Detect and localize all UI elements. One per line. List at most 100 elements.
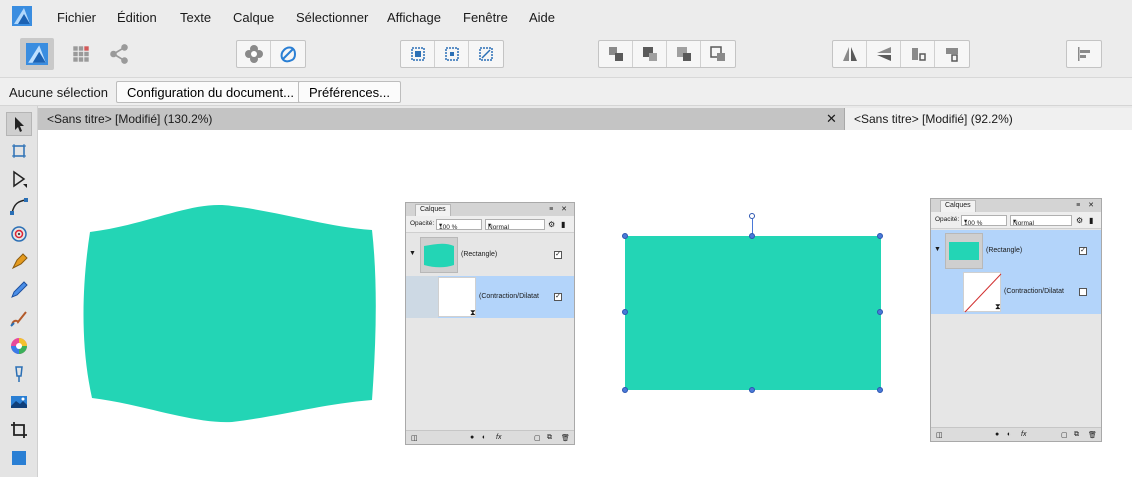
artboard-tool-icon[interactable] <box>6 139 32 163</box>
corner-tool-icon[interactable] <box>6 194 32 218</box>
selected-rectangle-shape[interactable] <box>625 236 881 390</box>
visibility-checkbox[interactable]: ✓ <box>554 251 562 259</box>
menu-aide[interactable]: Aide <box>529 10 555 25</box>
tab-document-2[interactable]: <Sans titre> [Modifié] (92.2%) <box>844 108 1132 130</box>
toolbar-group-geometry <box>236 40 306 68</box>
add-layer-icon[interactable]: ▢ <box>534 434 541 442</box>
vector-brush-icon[interactable] <box>6 306 32 330</box>
color-picker-icon[interactable] <box>6 334 32 358</box>
pencil-tool-icon[interactable] <box>6 278 32 302</box>
duplicate-icon[interactable]: ⧉ <box>1074 431 1079 439</box>
shape-builder-icon[interactable] <box>271 41 305 67</box>
rectangle-tool-icon[interactable] <box>6 446 32 470</box>
node-tool-icon[interactable] <box>6 167 32 191</box>
resize-handle-top[interactable] <box>749 233 755 239</box>
opacity-value: 100 % <box>964 220 983 227</box>
rotate-left-icon[interactable] <box>901 41 935 67</box>
panel-menu-close-icon[interactable]: ≡ ✕ <box>549 205 570 213</box>
target-icon[interactable] <box>6 222 32 246</box>
fx-button[interactable]: fx <box>1021 431 1026 438</box>
place-image-icon[interactable] <box>6 390 32 414</box>
canvas[interactable]: Calques ≡ ✕ Opacité: 100 % ▾ Normal ▾ ⚙ … <box>38 130 1132 477</box>
close-icon[interactable]: ✕ <box>826 111 837 127</box>
resize-handle-bottom-left[interactable] <box>622 387 628 393</box>
tab-document-1[interactable]: <Sans titre> [Modifié] (130.2%) <box>38 108 844 130</box>
menu-calque[interactable]: Calque <box>233 10 274 25</box>
preferences-button[interactable]: Préférences... <box>298 81 401 103</box>
hourglass-icon: ⧗ <box>470 308 476 317</box>
panel-menu-close-icon[interactable]: ≡ ✕ <box>1076 201 1097 209</box>
menu-texte[interactable]: Texte <box>180 10 211 25</box>
blend-mode-select[interactable]: Normal ▾ <box>1010 215 1072 227</box>
align-icon[interactable] <box>1067 41 1101 67</box>
menu-edition[interactable]: Édition <box>117 10 157 25</box>
mask-icon[interactable]: ● <box>470 434 474 441</box>
crop-tool-icon[interactable] <box>6 418 32 442</box>
fx-button[interactable]: fx <box>496 434 501 441</box>
resize-handle-top-right[interactable] <box>877 233 883 239</box>
gear-icon[interactable]: ⚙ <box>1076 216 1083 225</box>
trash-icon[interactable]: 🗑 <box>1088 431 1097 439</box>
bring-to-front-icon[interactable] <box>599 41 633 67</box>
lock-icon[interactable]: ▮ <box>561 220 565 229</box>
trash-icon[interactable]: 🗑 <box>561 434 570 442</box>
menu-selectionner[interactable]: Sélectionner <box>296 10 368 25</box>
layers-stack-icon[interactable]: ◫ <box>411 434 418 442</box>
layer-row-contraction[interactable]: ⧗ (Contraction/Dilatat ✓ <box>406 276 574 318</box>
resize-handle-right[interactable] <box>877 309 883 315</box>
resize-handle-bottom[interactable] <box>749 387 755 393</box>
designer-persona-icon[interactable] <box>20 38 54 70</box>
menu-bar: Fichier Édition Texte Calque Sélectionne… <box>0 0 1132 36</box>
layer-row-rectangle-selected[interactable]: ▼ (Rectangle) ✓ ⧗ (Contraction/Dilatat <box>931 230 1101 314</box>
menu-affichage[interactable]: Affichage <box>387 10 441 25</box>
send-to-back-icon[interactable] <box>701 41 735 67</box>
fill-tool-icon[interactable] <box>6 362 32 386</box>
layers-tab[interactable]: Calques <box>415 204 451 216</box>
document-setup-button[interactable]: Configuration du document... <box>116 81 305 103</box>
menu-fenetre[interactable]: Fenêtre <box>463 10 508 25</box>
send-backward-icon[interactable] <box>667 41 701 67</box>
layers-panel-right: Calques ≡ ✕ Opacité: 100 % ▾ Normal ▾ ⚙ … <box>930 198 1102 442</box>
layers-tab[interactable]: Calques <box>940 200 976 212</box>
rotation-handle[interactable] <box>749 213 755 219</box>
resize-handle-top-left[interactable] <box>622 233 628 239</box>
mask-icon[interactable]: ● <box>995 431 999 438</box>
move-tool-icon[interactable] <box>6 112 32 136</box>
menu-fichier[interactable]: Fichier <box>57 10 96 25</box>
tab-document-2-label: <Sans titre> [Modifié] (92.2%) <box>854 112 1013 126</box>
adjustment-icon[interactable]: ◐ <box>482 434 486 441</box>
add-layer-icon[interactable]: ▢ <box>1061 431 1068 439</box>
visibility-checkbox-unchecked[interactable] <box>1079 288 1087 296</box>
visibility-checkbox[interactable]: ✓ <box>1079 247 1087 255</box>
warped-rectangle-shape[interactable] <box>82 204 380 424</box>
layers-panel-left-header: Calques ≡ ✕ <box>406 203 574 216</box>
opacity-select[interactable]: 100 % ▾ <box>961 215 1007 227</box>
hourglass-icon: ⧗ <box>995 302 1001 311</box>
flip-vertical-icon[interactable] <box>867 41 901 67</box>
snap-to-grid-icon[interactable] <box>435 41 469 67</box>
expand-arrow-icon[interactable]: ▼ <box>934 246 941 253</box>
export-persona-icon[interactable] <box>102 38 136 70</box>
opacity-select[interactable]: 100 % ▾ <box>436 219 482 231</box>
flip-horizontal-icon[interactable] <box>833 41 867 67</box>
snap-to-pixel-icon[interactable] <box>401 41 435 67</box>
tools-panel <box>0 106 38 477</box>
pixel-persona-icon[interactable] <box>64 38 98 70</box>
gear-icon[interactable]: ⚙ <box>548 220 555 229</box>
expand-arrow-icon[interactable]: ▼ <box>409 250 416 257</box>
lock-icon[interactable]: ▮ <box>1089 216 1093 225</box>
resize-handle-bottom-right[interactable] <box>877 387 883 393</box>
pen-tool-icon[interactable] <box>6 250 32 274</box>
opacity-label: Opacité: <box>410 220 435 227</box>
adjustment-icon[interactable]: ◐ <box>1007 431 1011 438</box>
mesh-warp-icon[interactable] <box>237 41 271 67</box>
layers-stack-icon[interactable]: ◫ <box>936 431 943 439</box>
resize-handle-left[interactable] <box>622 309 628 315</box>
visibility-checkbox[interactable]: ✓ <box>554 293 562 301</box>
duplicate-icon[interactable]: ⧉ <box>547 434 552 442</box>
bring-forward-icon[interactable] <box>633 41 667 67</box>
layer-row-rectangle[interactable]: ▼ (Rectangle) ✓ <box>406 234 574 276</box>
blend-mode-select[interactable]: Normal ▾ <box>485 219 545 231</box>
rotate-right-icon[interactable] <box>935 41 969 67</box>
transform-icon[interactable] <box>469 41 503 67</box>
